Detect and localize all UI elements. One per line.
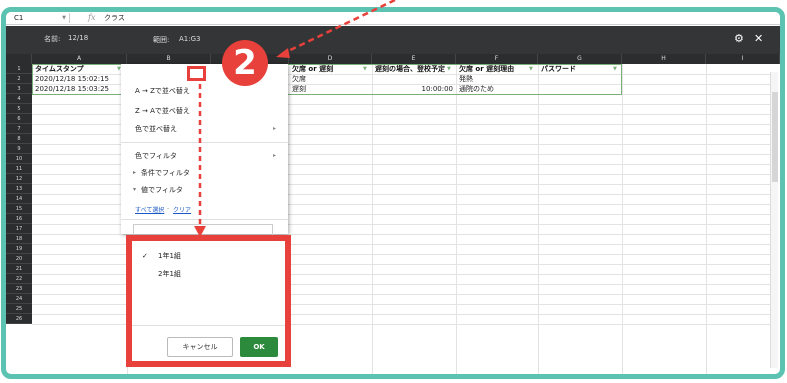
dashed-arrow-line — [281, 0, 396, 56]
annotation-arrows — [194, 0, 396, 237]
arrow-head-icon — [194, 226, 206, 237]
arrow-head-icon — [276, 48, 290, 58]
